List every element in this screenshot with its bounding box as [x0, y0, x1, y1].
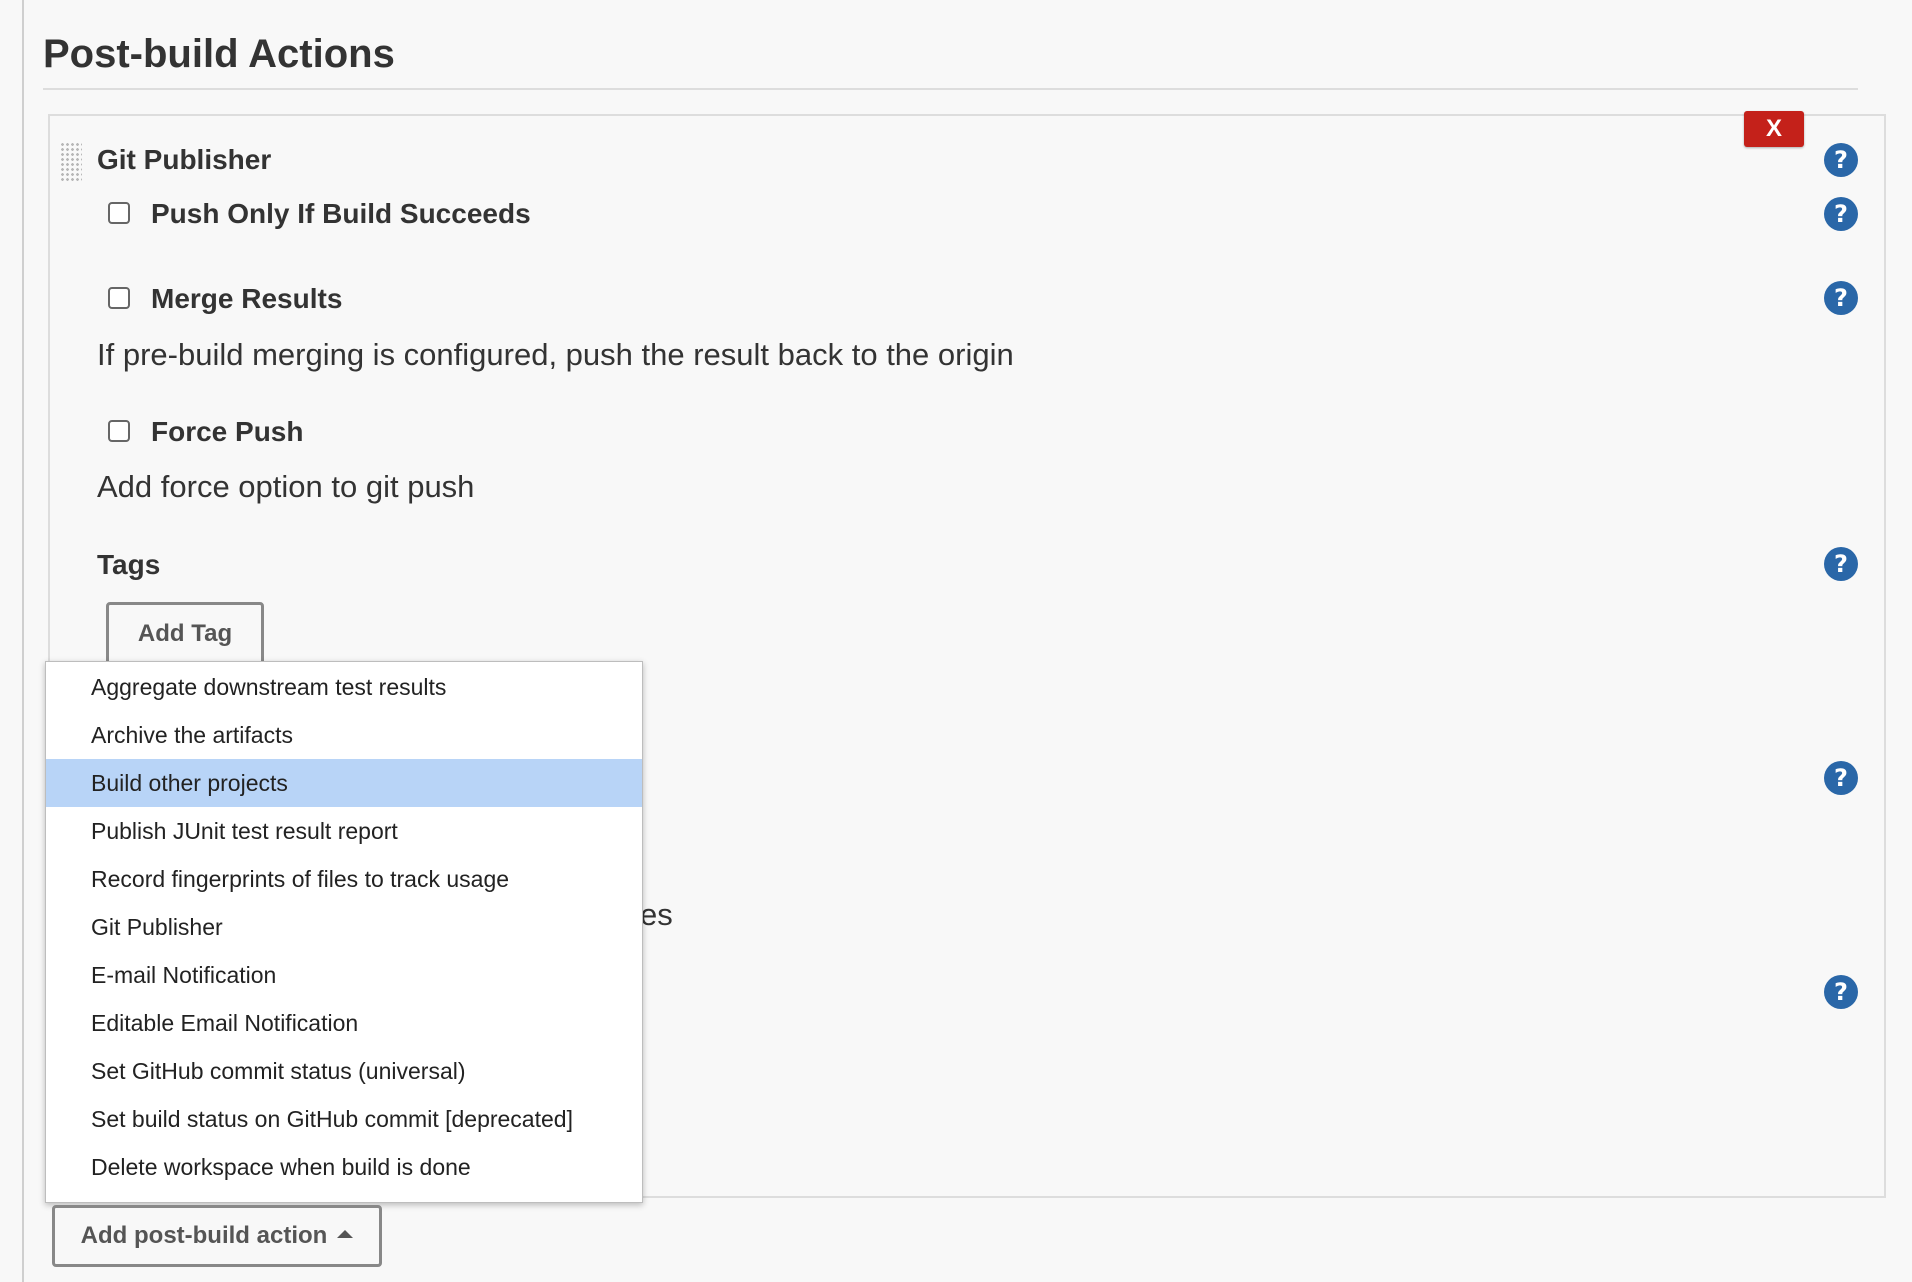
section-title: Post-build Actions [43, 32, 395, 76]
help-icon[interactable]: ? [1824, 547, 1858, 581]
caret-up-icon [337, 1229, 354, 1238]
drag-handle-icon[interactable] [60, 142, 82, 182]
menu-item-set-github-commit-status[interactable]: Set GitHub commit status (universal) [46, 1047, 642, 1095]
help-icon[interactable]: ? [1824, 197, 1858, 231]
add-tag-button[interactable]: Add Tag [106, 602, 264, 666]
help-icon[interactable]: ? [1824, 143, 1858, 177]
obscured-description-fragment: es [640, 897, 673, 932]
git-publisher-title: Git Publisher [97, 144, 272, 175]
force-push-label: Force Push [151, 416, 304, 447]
add-post-build-action-label: Add post-build action [80, 1222, 328, 1249]
push-only-if-build-succeeds-label: Push Only If Build Succeeds [151, 198, 531, 229]
menu-item-git-publisher[interactable]: Git Publisher [46, 903, 642, 951]
menu-item-build-other-projects[interactable]: Build other projects [46, 759, 642, 807]
menu-item-delete-workspace[interactable]: Delete workspace when build is done [46, 1143, 642, 1191]
force-push-description: Add force option to git push [97, 469, 475, 504]
post-build-action-menu: Aggregate downstream test results Archiv… [45, 661, 643, 1203]
add-post-build-action-button[interactable]: Add post-build action [52, 1205, 382, 1267]
tags-label: Tags [97, 549, 161, 580]
section-divider [43, 88, 1858, 90]
menu-item-editable-email-notification[interactable]: Editable Email Notification [46, 999, 642, 1047]
menu-item-aggregate-downstream-test-results[interactable]: Aggregate downstream test results [46, 663, 642, 711]
menu-item-set-build-status-on-github-commit[interactable]: Set build status on GitHub commit [depre… [46, 1095, 642, 1143]
merge-results-description: If pre-build merging is configured, push… [97, 337, 1014, 372]
merge-results-label: Merge Results [151, 283, 343, 314]
merge-results-checkbox[interactable] [108, 287, 130, 309]
menu-item-email-notification[interactable]: E-mail Notification [46, 951, 642, 999]
help-icon[interactable]: ? [1824, 281, 1858, 315]
menu-item-publish-junit-test-result-report[interactable]: Publish JUnit test result report [46, 807, 642, 855]
force-push-checkbox[interactable] [108, 420, 130, 442]
help-icon[interactable]: ? [1824, 761, 1858, 795]
push-only-if-build-succeeds-checkbox[interactable] [108, 202, 130, 224]
menu-item-archive-the-artifacts[interactable]: Archive the artifacts [46, 711, 642, 759]
page-left-border [22, 0, 24, 1282]
menu-item-record-fingerprints[interactable]: Record fingerprints of files to track us… [46, 855, 642, 903]
delete-publisher-button[interactable]: X [1744, 111, 1804, 147]
help-icon[interactable]: ? [1824, 975, 1858, 1009]
